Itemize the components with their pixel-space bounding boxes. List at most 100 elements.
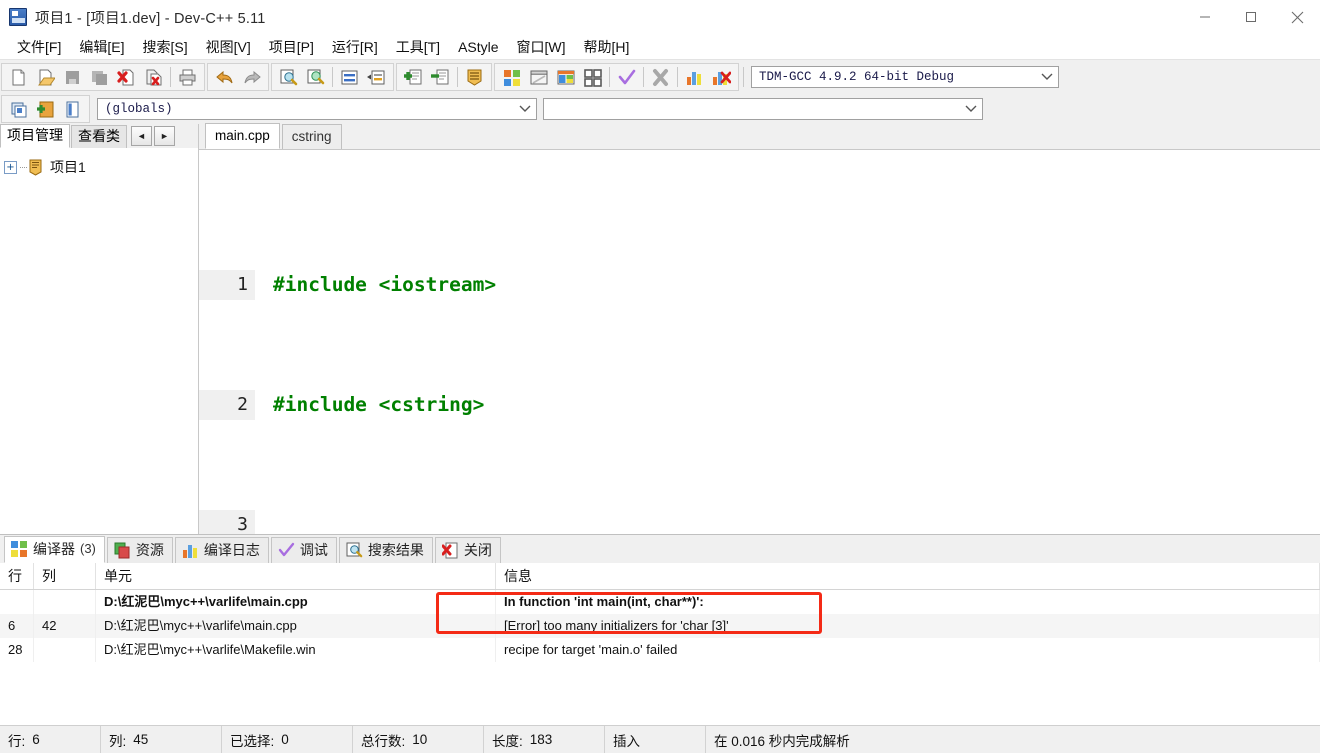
menu-astyle[interactable]: AStyle bbox=[449, 36, 507, 58]
minimize-icon[interactable] bbox=[1182, 0, 1228, 34]
nav-prev-icon[interactable]: ◄ bbox=[131, 126, 152, 146]
profile-icon[interactable] bbox=[681, 64, 708, 90]
close-all-icon[interactable] bbox=[140, 64, 167, 90]
chevron-down-icon bbox=[1038, 73, 1056, 81]
toolbar-file-group bbox=[1, 63, 205, 91]
goto-function-icon[interactable] bbox=[363, 64, 390, 90]
toolbar-insert-group bbox=[1, 95, 90, 123]
tab-resources[interactable]: 资源 bbox=[106, 537, 173, 563]
insert-icon[interactable] bbox=[5, 96, 32, 122]
compiler-set-value: TDM-GCC 4.9.2 64-bit Debug bbox=[759, 70, 955, 84]
tab-close[interactable]: 关闭 bbox=[434, 537, 501, 563]
editor-tab-main-cpp[interactable]: main.cpp bbox=[205, 123, 280, 149]
cell-line: 28 bbox=[0, 638, 34, 662]
delete-profile-icon[interactable] bbox=[708, 64, 735, 90]
tab-project-manager[interactable]: 项目管理 bbox=[0, 124, 70, 148]
scope-select[interactable]: (globals) bbox=[97, 98, 537, 120]
member-select[interactable] bbox=[543, 98, 983, 120]
status-bar: 行: 6 列: 45 已选择: 0 总行数: 10 长度: 183 插入 在 0… bbox=[0, 725, 1320, 753]
bottom-panel-tabs: 编译器 (3) 资源 编译日志 调试 搜索结果 关闭 bbox=[0, 535, 1320, 563]
redo-icon[interactable] bbox=[238, 64, 265, 90]
toolbar-separator bbox=[332, 67, 333, 87]
rebuild-all-icon[interactable] bbox=[579, 64, 606, 90]
menu-file[interactable]: 文件[F] bbox=[8, 36, 70, 58]
tab-compiler[interactable]: 编译器 (3) bbox=[4, 536, 105, 563]
menu-search[interactable]: 搜索[S] bbox=[133, 36, 196, 58]
find-icon[interactable] bbox=[275, 64, 302, 90]
cell-col: 42 bbox=[34, 614, 96, 638]
expand-toggle-icon[interactable]: + bbox=[4, 160, 17, 174]
status-insert-mode-label: 插入 bbox=[613, 733, 640, 749]
cell-message: [Error] too many initializers for 'char … bbox=[496, 614, 1320, 638]
compiler-set-select[interactable]: TDM-GCC 4.9.2 64-bit Debug bbox=[751, 66, 1059, 88]
left-panel-tabs: 项目管理 查看类 ◄ ► bbox=[0, 124, 198, 148]
tab-search-results[interactable]: 搜索结果 bbox=[338, 537, 433, 563]
toolbar-separator bbox=[743, 67, 744, 87]
menu-project[interactable]: 项目[P] bbox=[260, 36, 323, 58]
toolbar-separator bbox=[643, 67, 644, 87]
column-header-line[interactable]: 行 bbox=[0, 563, 34, 589]
compiler-results-grid[interactable]: 行 列 单元 信息 D:\红泥巴\myc++\varlife\main.cpp … bbox=[0, 563, 1320, 725]
column-header-unit[interactable]: 单元 bbox=[96, 563, 496, 589]
remove-from-project-icon[interactable] bbox=[427, 64, 454, 90]
goto-line-icon[interactable] bbox=[336, 64, 363, 90]
table-row[interactable]: 6 42 D:\红泥巴\myc++\varlife\main.cpp [Erro… bbox=[0, 614, 1320, 638]
project-options-icon[interactable] bbox=[461, 64, 488, 90]
cell-col bbox=[34, 638, 96, 662]
code-text: #include <iostream> bbox=[273, 273, 497, 296]
add-to-project-icon[interactable] bbox=[400, 64, 427, 90]
editor-tab-cstring[interactable]: cstring bbox=[281, 124, 342, 149]
cell-unit: D:\红泥巴\myc++\varlife\main.cpp bbox=[96, 590, 496, 614]
toggle-breakpoint-icon[interactable] bbox=[32, 96, 59, 122]
status-row-label: 行: bbox=[8, 733, 26, 749]
close-file-icon[interactable] bbox=[113, 64, 140, 90]
tab-class-browser[interactable]: 查看类 bbox=[71, 125, 127, 148]
find-replace-icon[interactable] bbox=[302, 64, 329, 90]
toolbar-search-group bbox=[271, 63, 394, 91]
tab-close-label: 关闭 bbox=[463, 542, 492, 558]
open-file-icon[interactable] bbox=[32, 64, 59, 90]
main-area: 项目管理 查看类 ◄ ► + 项目1 main.cpp cstring 1 #i… bbox=[0, 123, 1320, 725]
menu-edit[interactable]: 编辑[E] bbox=[70, 36, 133, 58]
tree-item-project[interactable]: + 项目1 bbox=[4, 156, 194, 178]
status-insert-mode: 插入 bbox=[605, 726, 705, 753]
code-line: 1 #include <iostream> bbox=[199, 270, 1320, 300]
maximize-icon[interactable] bbox=[1228, 0, 1274, 34]
print-icon[interactable] bbox=[174, 64, 201, 90]
nav-next-icon[interactable]: ► bbox=[154, 126, 175, 146]
compile-icon[interactable] bbox=[498, 64, 525, 90]
secondary-toolbar: (globals) bbox=[0, 94, 1320, 124]
save-file-icon[interactable] bbox=[59, 64, 86, 90]
tab-compile-log[interactable]: 编译日志 bbox=[174, 537, 269, 563]
stop-execution-icon[interactable] bbox=[647, 64, 674, 90]
menu-window[interactable]: 窗口[W] bbox=[508, 36, 575, 58]
status-parse-time-label: 在 0.016 秒内完成解析 bbox=[714, 733, 850, 749]
new-file-icon[interactable] bbox=[5, 64, 32, 90]
editor-surface[interactable]: 1 #include <iostream> 2 #include <cstrin… bbox=[199, 149, 1320, 534]
run-icon[interactable] bbox=[525, 64, 552, 90]
undo-icon[interactable] bbox=[211, 64, 238, 90]
line-number: 3 bbox=[199, 510, 255, 534]
save-all-icon[interactable] bbox=[86, 64, 113, 90]
menu-help[interactable]: 帮助[H] bbox=[575, 36, 639, 58]
code-editor: main.cpp cstring 1 #include <iostream> 2… bbox=[199, 123, 1320, 534]
class-browser-icon[interactable] bbox=[59, 96, 86, 122]
table-row[interactable]: 28 D:\红泥巴\myc++\varlife\Makefile.win rec… bbox=[0, 638, 1320, 662]
cell-col bbox=[34, 590, 96, 614]
column-header-message[interactable]: 信息 bbox=[496, 563, 1320, 589]
compile-run-icon[interactable] bbox=[552, 64, 579, 90]
tab-debug[interactable]: 调试 bbox=[270, 537, 337, 563]
devcpp-window: 项目1 - [项目1.dev] - Dev-C++ 5.11 文件[F] 编辑[… bbox=[0, 0, 1320, 753]
menu-view[interactable]: 视图[V] bbox=[197, 36, 260, 58]
status-length: 长度: 183 bbox=[484, 726, 604, 753]
toolbar-compile-group bbox=[494, 63, 739, 91]
tree-item-label: 项目1 bbox=[50, 159, 86, 175]
status-col-label: 列: bbox=[109, 733, 127, 749]
table-row[interactable]: D:\红泥巴\myc++\varlife\main.cpp In functio… bbox=[0, 590, 1320, 614]
menu-tools[interactable]: 工具[T] bbox=[387, 36, 449, 58]
syntax-check-icon[interactable] bbox=[613, 64, 640, 90]
menu-run[interactable]: 运行[R] bbox=[323, 36, 387, 58]
close-icon[interactable] bbox=[1274, 0, 1320, 34]
column-header-col[interactable]: 列 bbox=[34, 563, 96, 589]
cell-line bbox=[0, 590, 34, 614]
